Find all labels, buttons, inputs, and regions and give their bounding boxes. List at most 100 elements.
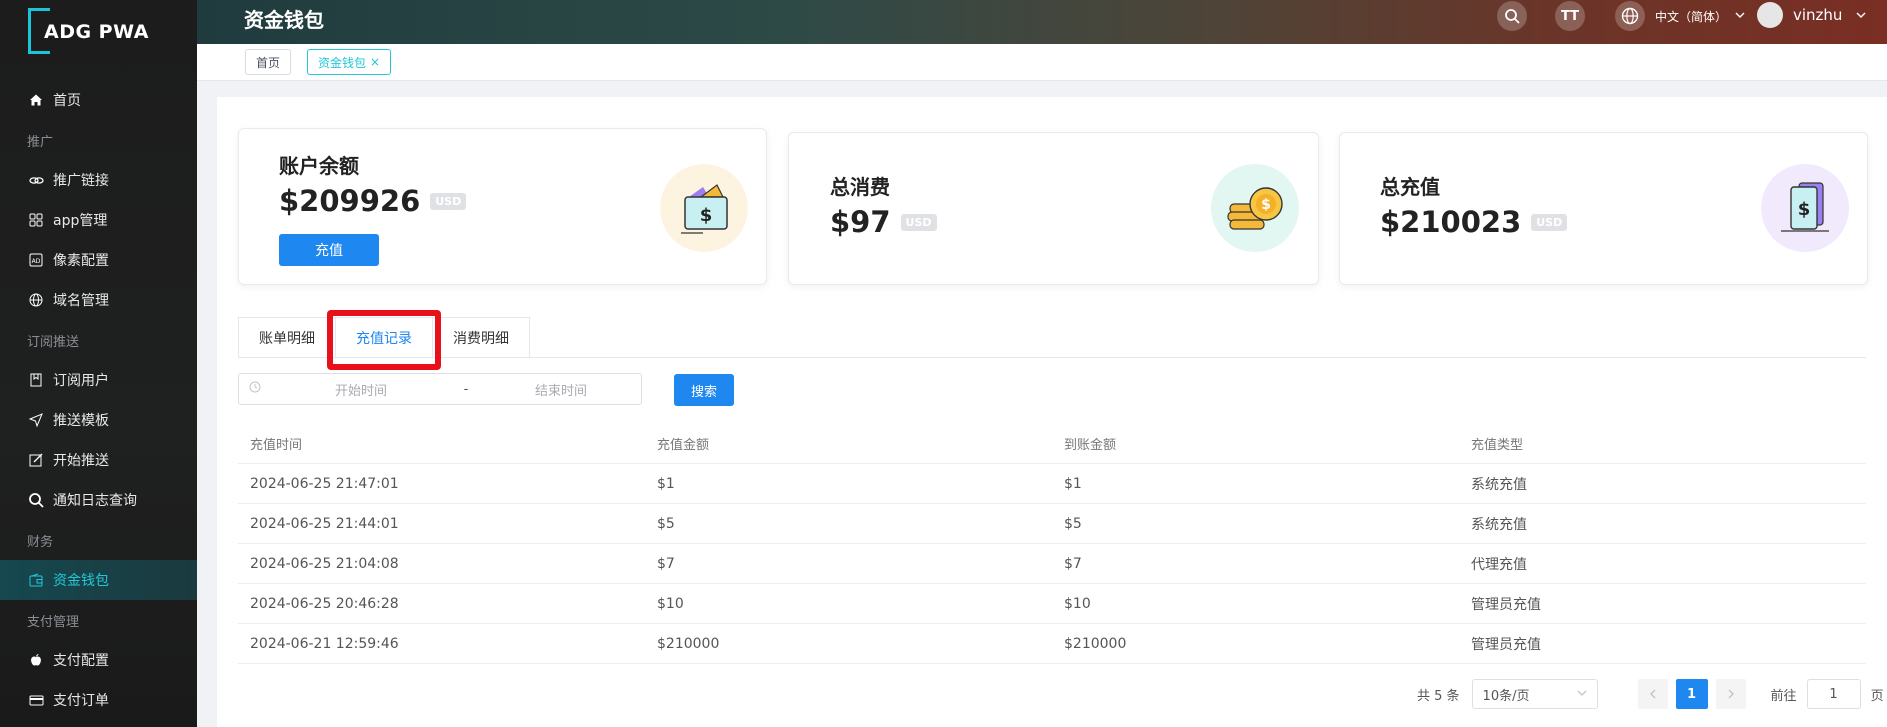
sidebar-item[interactable]: 支付订单 bbox=[0, 680, 197, 720]
sidebar-menu: 首页 推广 推广链接 app管理 AD 像素配置 域名管理 订阅推送 订阅用户 推送模板 开始推送通… bbox=[0, 80, 197, 720]
tag-label: 首页 bbox=[256, 55, 281, 70]
sidebar-item[interactable]: app管理 bbox=[0, 200, 197, 240]
globe-icon bbox=[28, 292, 44, 308]
recharged-value: $210023 USD bbox=[1380, 205, 1568, 239]
svg-text:$: $ bbox=[1798, 199, 1811, 220]
table-cell: 2024-06-25 21:04:08 bbox=[250, 555, 399, 572]
goto-page-input[interactable]: 1 bbox=[1806, 679, 1861, 709]
sidebar-item[interactable]: 通知日志查询 bbox=[0, 480, 197, 520]
card-icon bbox=[28, 692, 44, 708]
next-page-button[interactable] bbox=[1715, 679, 1746, 709]
font-size-icon: TT bbox=[1560, 8, 1580, 24]
tag-wallet[interactable]: 资金钱包 × bbox=[307, 49, 392, 75]
table-row: 2024-06-25 20:46:28 $10 $10 管理员充值 bbox=[238, 584, 1866, 624]
home-icon bbox=[28, 92, 44, 108]
recharge-button[interactable]: 充值 bbox=[279, 234, 379, 266]
page-size-select[interactable]: 10条/页 bbox=[1471, 679, 1598, 709]
tab-2[interactable]: 消费明细 bbox=[432, 317, 530, 358]
tag-home[interactable]: 首页 bbox=[245, 49, 292, 75]
coins-illustration-icon: $ bbox=[1211, 164, 1299, 252]
sidebar-item[interactable]: 推广链接 bbox=[0, 160, 197, 200]
balance-card: 账户余额 $209926 USD 充值 $ bbox=[238, 128, 767, 285]
phone-money-illustration-icon: $ bbox=[1761, 164, 1849, 252]
table-cell: 2024-06-21 12:59:46 bbox=[250, 635, 399, 652]
sidebar-item[interactable]: 开始推送 bbox=[0, 440, 197, 480]
wallet-icon bbox=[28, 572, 44, 588]
close-icon[interactable]: × bbox=[370, 55, 380, 69]
sidebar-item-label: 支付订单 bbox=[53, 693, 109, 709]
recharge-table: 充值时间 充值金额 到账金额 充值类型 2024-06-25 21:47:01 $1 $1 系… bbox=[238, 424, 1866, 664]
svg-text:AD: AD bbox=[32, 258, 41, 265]
avatar bbox=[1757, 2, 1783, 28]
currency-badge: USD bbox=[430, 192, 467, 210]
spent-title: 总消费 bbox=[830, 175, 890, 199]
table-row: 2024-06-25 21:44:01 $5 $5 系统充值 bbox=[238, 504, 1866, 544]
balance-value: $209926 USD bbox=[279, 184, 467, 218]
sidebar-item-label: 推广链接 bbox=[53, 173, 109, 189]
tag-label: 资金钱包 bbox=[318, 55, 367, 70]
user-menu[interactable]: vinzhu bbox=[1757, 2, 1866, 28]
page-number-current[interactable]: 1 bbox=[1675, 679, 1708, 709]
sidebar-item-label: 像素配置 bbox=[53, 253, 109, 269]
apple-icon bbox=[28, 652, 44, 668]
search-button[interactable] bbox=[1497, 1, 1527, 31]
chevron-down-icon bbox=[1735, 9, 1745, 23]
sidebar-item-label: 订阅用户 bbox=[53, 373, 109, 389]
edit-icon bbox=[28, 452, 44, 468]
sidebar: ADG PWA 首页 推广 推广链接 app管理 AD 像素配置 域名管理 订阅推送 订阅用户推… bbox=[0, 0, 197, 727]
prev-page-button[interactable] bbox=[1637, 679, 1668, 709]
chevron-down-icon bbox=[1577, 687, 1587, 702]
record-tabs: 账单明细 充值记录 消费明细 bbox=[238, 317, 530, 358]
svg-text:$: $ bbox=[700, 205, 713, 226]
sidebar-item[interactable]: 支付配置 bbox=[0, 640, 197, 680]
table-cell: 系统充值 bbox=[1471, 476, 1527, 493]
recharged-amount: $210023 bbox=[1380, 205, 1522, 239]
sidebar-item[interactable]: 推送模板 bbox=[0, 400, 197, 440]
sidebar-item[interactable]: 域名管理 bbox=[0, 280, 197, 320]
tags-view: 首页 资金钱包 × bbox=[197, 44, 1887, 81]
page-suffix: 页 bbox=[1870, 688, 1884, 704]
send-icon bbox=[28, 412, 44, 428]
tab-0[interactable]: 账单明细 bbox=[238, 317, 336, 358]
logo[interactable]: ADG PWA bbox=[28, 8, 168, 54]
table-cell: 管理员充值 bbox=[1471, 596, 1541, 613]
spent-value: $97 USD bbox=[830, 205, 937, 239]
end-time-input[interactable]: 结束时间 bbox=[481, 380, 641, 399]
grid-icon bbox=[28, 212, 44, 228]
ad-icon: AD bbox=[28, 252, 44, 268]
table-cell: 2024-06-25 20:46:28 bbox=[250, 595, 399, 612]
main-content: 账户余额 $209926 USD 充值 $ 总消费 $97 USD $ 总充值 … bbox=[217, 97, 1887, 727]
top-header: 资金钱包 TT 中文（简体） vinzhu bbox=[197, 0, 1887, 44]
bookmark-icon bbox=[28, 372, 44, 388]
sidebar-item[interactable]: 首页 bbox=[0, 80, 197, 120]
start-time-input[interactable]: 开始时间 bbox=[271, 380, 451, 399]
table-cell: $7 bbox=[657, 555, 675, 572]
search-log-icon bbox=[28, 492, 44, 508]
date-range-picker[interactable]: 开始时间 - 结束时间 bbox=[238, 373, 642, 405]
sidebar-item[interactable]: 资金钱包 bbox=[0, 560, 197, 600]
search-button[interactable]: 搜索 bbox=[674, 374, 734, 406]
recharged-title: 总充值 bbox=[1380, 175, 1440, 199]
language-selector[interactable]: 中文（简体） bbox=[1615, 1, 1745, 31]
table-cell: 管理员充值 bbox=[1471, 636, 1541, 653]
table-cell: 2024-06-25 21:47:01 bbox=[250, 475, 399, 492]
globe-icon bbox=[1615, 1, 1645, 31]
username: vinzhu bbox=[1793, 6, 1843, 24]
sidebar-item-label: 首页 bbox=[53, 93, 81, 109]
table-header-cell: 充值金额 bbox=[657, 438, 710, 453]
currency-badge: USD bbox=[900, 213, 937, 231]
sidebar-item[interactable]: 订阅用户 bbox=[0, 360, 197, 400]
clock-icon bbox=[249, 381, 261, 397]
tab-1[interactable]: 充值记录 bbox=[335, 317, 433, 358]
sidebar-item[interactable]: AD 像素配置 bbox=[0, 240, 197, 280]
spent-amount: $97 bbox=[830, 205, 891, 239]
recharged-card: 总充值 $210023 USD $ bbox=[1339, 132, 1868, 285]
table-header-cell: 充值类型 bbox=[1471, 438, 1524, 453]
table-cell: $5 bbox=[1064, 515, 1082, 532]
wallet-illustration-icon: $ bbox=[660, 164, 748, 252]
table-cell: 2024-06-25 21:44:01 bbox=[250, 515, 399, 532]
sidebar-item-label: app管理 bbox=[53, 213, 108, 229]
font-size-button[interactable]: TT bbox=[1555, 1, 1585, 31]
pagination: 共 5 条 10条/页 1 前往 1 页 bbox=[1417, 679, 1884, 709]
sidebar-item-label: 域名管理 bbox=[53, 293, 109, 309]
